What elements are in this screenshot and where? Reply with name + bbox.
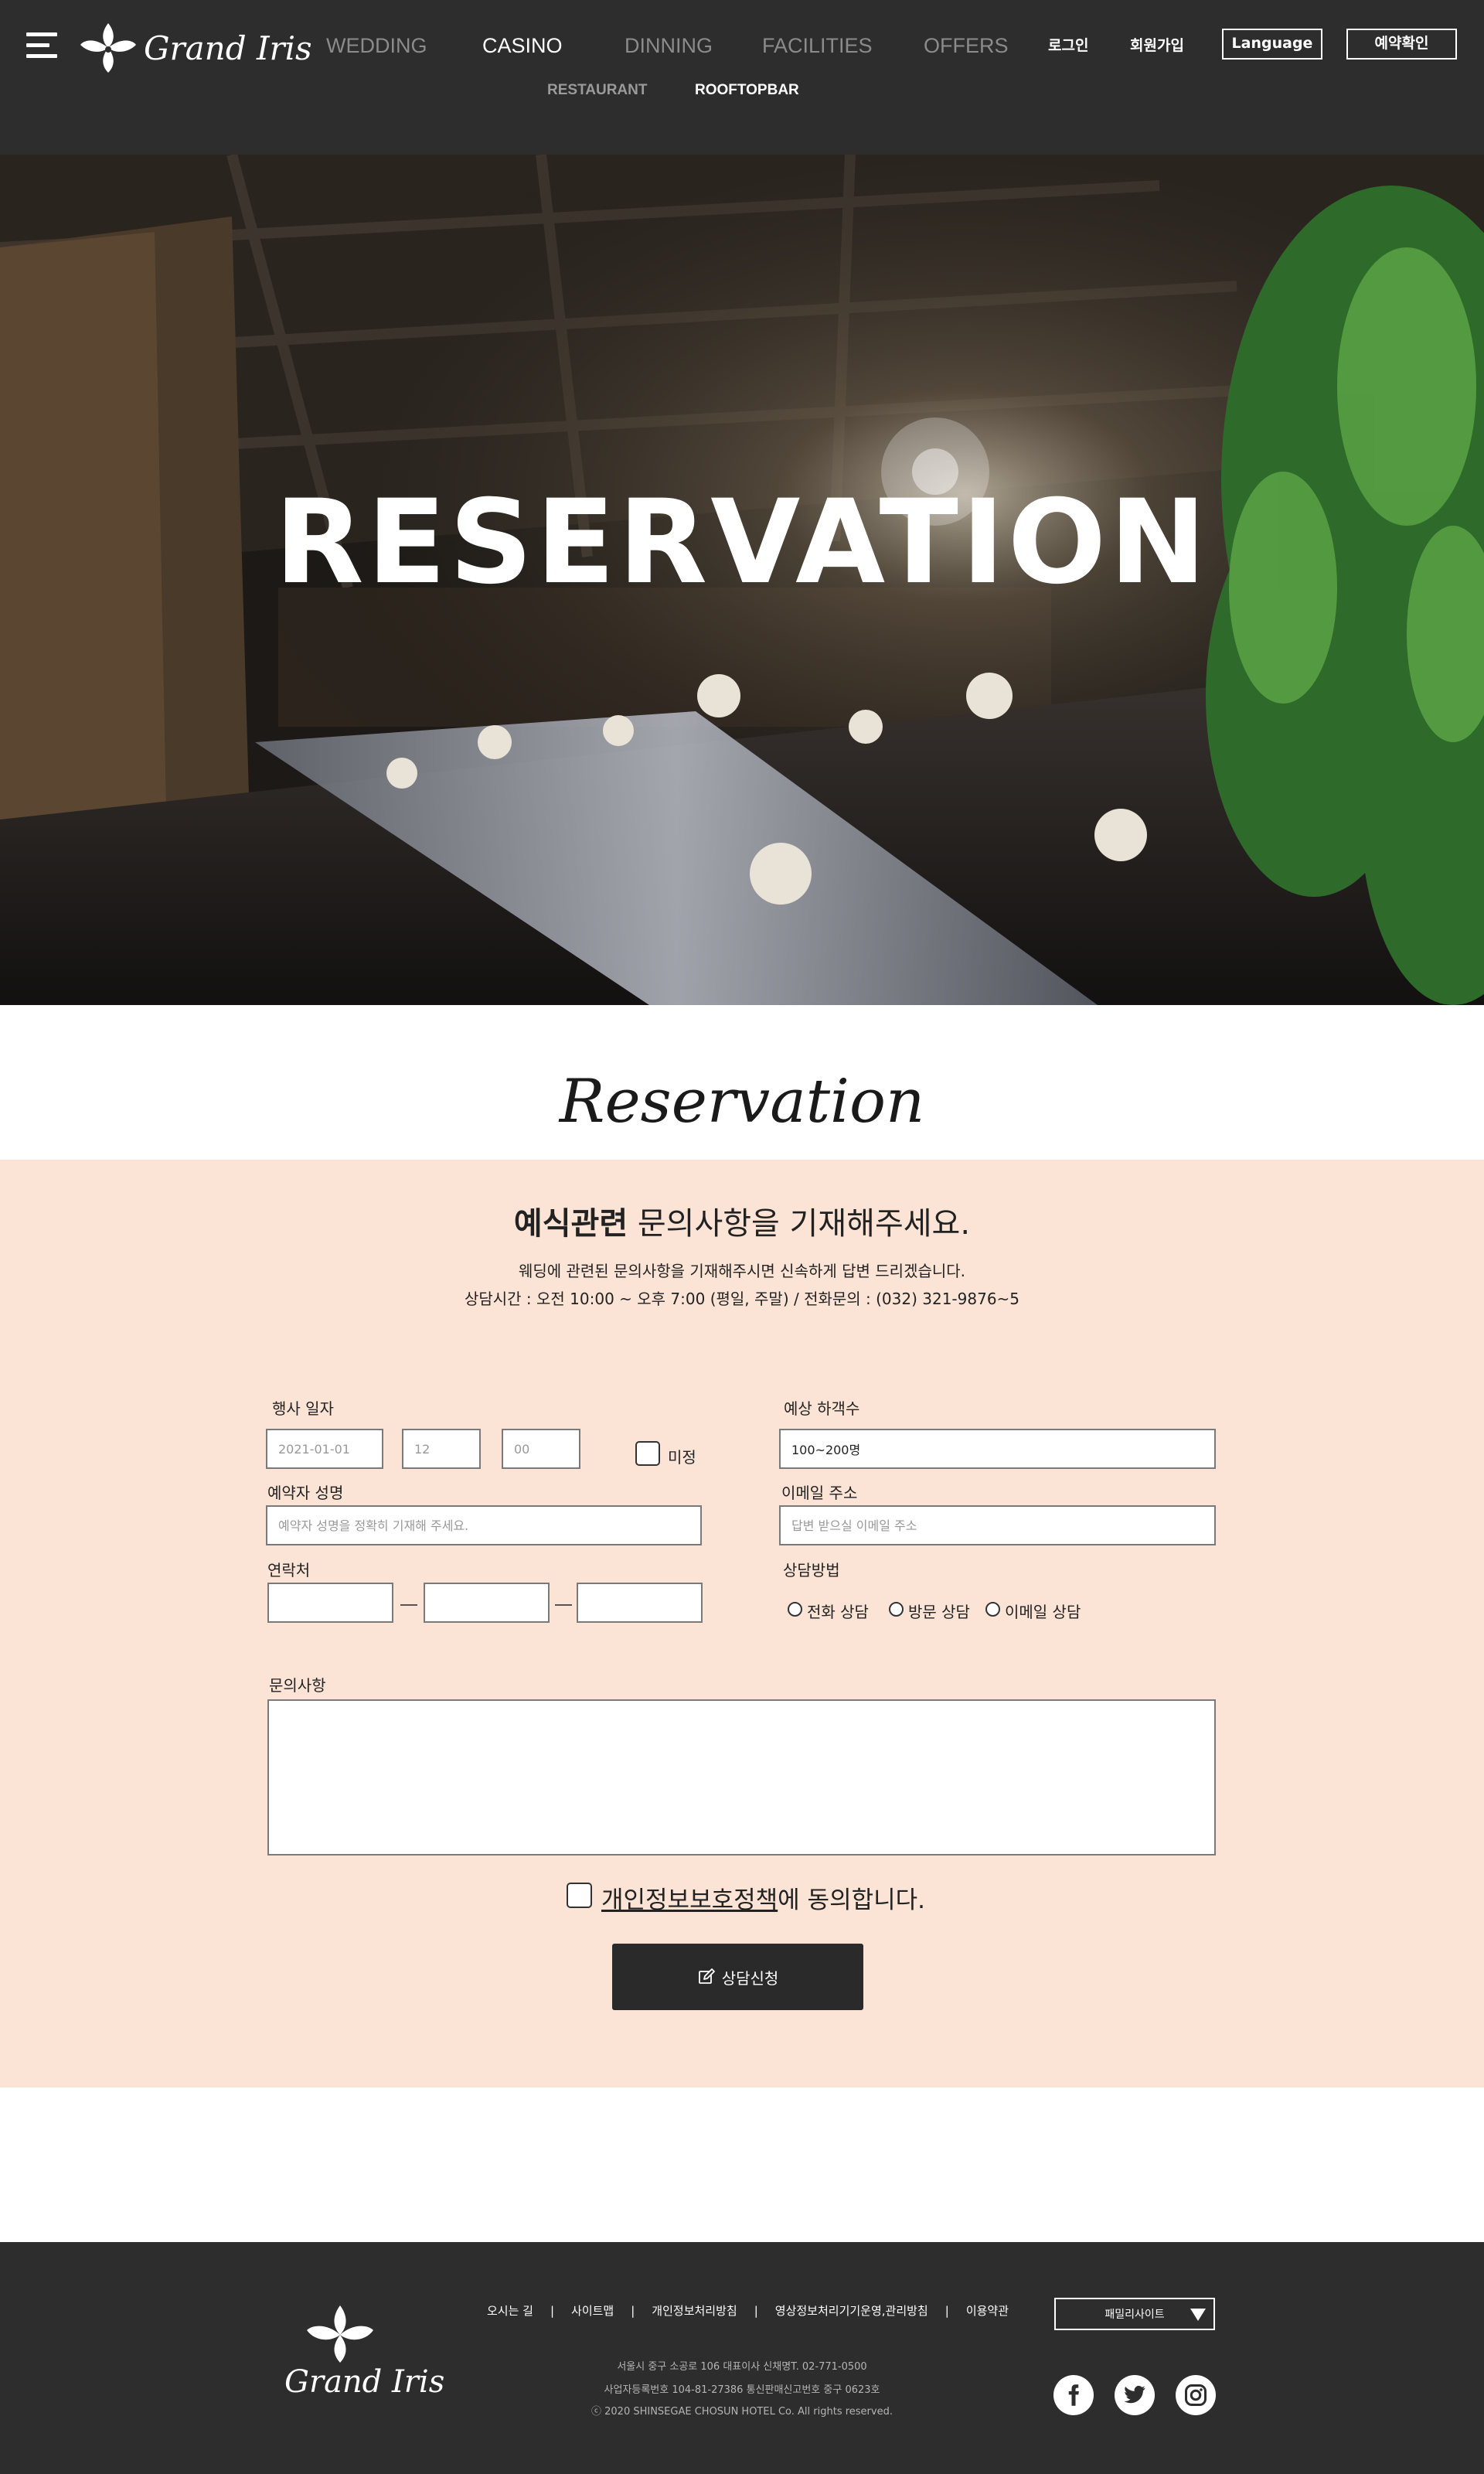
radio-visit-consult[interactable] xyxy=(889,1602,904,1617)
site-header: Grand Iris WEDDING CASINO DINNING FACILI… xyxy=(0,0,1484,155)
email-label: 이메일 주소 xyxy=(781,1484,858,1502)
name-input[interactable] xyxy=(266,1505,702,1545)
method-phone-label: 전화 상담 xyxy=(807,1603,869,1621)
chevron-down-icon xyxy=(1190,2309,1206,2321)
twitter-icon[interactable] xyxy=(1115,2375,1155,2415)
footer-link-privacy[interactable]: 개인정보처리방침 xyxy=(652,2302,737,2319)
phone-part3-input[interactable] xyxy=(577,1583,703,1623)
footer-links: 오시는 길 | 사이트맵 | 개인정보처리방침 | 영상정보처리기기운영,관리방… xyxy=(487,2302,1009,2319)
event-hour-input[interactable] xyxy=(402,1429,481,1469)
instagram-icon[interactable] xyxy=(1176,2375,1216,2415)
phone-label: 연락처 xyxy=(267,1561,311,1579)
facebook-icon[interactable] xyxy=(1053,2375,1094,2415)
headline-bold: 예식관련 xyxy=(513,1206,628,1242)
phone-dash xyxy=(400,1604,417,1606)
method-visit-label: 방문 상담 xyxy=(908,1603,970,1621)
guests-label: 예상 하객수 xyxy=(784,1399,860,1418)
footer-link-terms[interactable]: 이용약관 xyxy=(966,2302,1009,2319)
undecided-checkbox[interactable] xyxy=(635,1441,660,1466)
privacy-policy-link[interactable]: 개인정보보호정책 xyxy=(601,1886,778,1914)
name-label: 예약자 성명 xyxy=(267,1484,344,1502)
inquiry-label: 문의사항 xyxy=(269,1676,326,1695)
method-label: 상담방법 xyxy=(783,1561,840,1579)
menu-icon[interactable] xyxy=(26,32,57,60)
privacy-agree-suffix: 에 동의합니다. xyxy=(778,1886,925,1914)
footer-address: 서울시 중구 소공로 106 대표이사 신채명T. 02-771-0500 xyxy=(617,2361,867,2373)
submit-consult-button[interactable]: 상담신청 xyxy=(612,1944,863,2010)
event-minute-input[interactable] xyxy=(502,1429,580,1469)
footer-separator: | xyxy=(550,2303,555,2318)
inquiry-textarea[interactable] xyxy=(267,1699,1216,1855)
reservation-check-button[interactable]: 예약확인 xyxy=(1346,29,1457,60)
nav-dinning[interactable]: DINNING xyxy=(625,34,713,58)
footer-separator: | xyxy=(945,2303,949,2318)
event-date-label: 행사 일자 xyxy=(272,1399,334,1418)
site-footer: Grand Iris 오시는 길 | 사이트맵 | 개인정보처리방침 | 영상정… xyxy=(0,2242,1484,2474)
nav-facilities[interactable]: FACILITIES xyxy=(762,34,873,58)
family-site-select[interactable]: 패밀리사이트 xyxy=(1054,2298,1215,2330)
privacy-agree-checkbox[interactable] xyxy=(567,1883,592,1908)
hero-banner: RESERVATION xyxy=(0,155,1484,1005)
edit-icon xyxy=(698,1968,715,1984)
brand-logo[interactable]: Grand Iris xyxy=(77,17,312,79)
brand-name: Grand Iris xyxy=(144,29,312,67)
hero-title: RESERVATION xyxy=(274,475,1210,610)
reservation-form-section: 예식관련 문의사항을 기재해주세요. 웨딩에 관련된 문의사항을 기재해주시면 … xyxy=(0,1160,1484,2087)
guests-input[interactable] xyxy=(779,1429,1216,1469)
language-button[interactable]: Language xyxy=(1222,29,1322,60)
footer-link-cctv-policy[interactable]: 영상정보처리기기운영,관리방침 xyxy=(775,2302,928,2319)
nav-wedding[interactable]: WEDDING xyxy=(326,34,427,58)
phone-dash xyxy=(555,1604,572,1606)
email-input[interactable] xyxy=(779,1505,1216,1545)
nav-casino[interactable]: CASINO xyxy=(482,34,563,58)
footer-separator: | xyxy=(754,2303,758,2318)
undecided-label: 미정 xyxy=(668,1448,696,1467)
form-description: 웨딩에 관련된 문의사항을 기재해주시면 신속하게 답변 드리겠습니다. xyxy=(518,1262,966,1280)
radio-phone-consult[interactable] xyxy=(788,1602,802,1617)
footer-link-sitemap[interactable]: 사이트맵 xyxy=(571,2302,614,2319)
subnav-rooftopbar[interactable]: ROOFTOPBAR xyxy=(695,82,799,99)
phone-part2-input[interactable] xyxy=(424,1583,550,1623)
phone-part1-input[interactable] xyxy=(267,1583,393,1623)
footer-copyright: ⓒ 2020 SHINSEGAE CHOSUN HOTEL Co. All ri… xyxy=(591,2406,893,2418)
footer-link-directions[interactable]: 오시는 길 xyxy=(487,2302,533,2319)
footer-business-info: 사업자등록번호 104-81-27386 통신판매신고번호 중구 0623호 xyxy=(604,2384,880,2396)
form-headline: 예식관련 문의사항을 기재해주세요. xyxy=(0,1198,1484,1243)
headline-rest: 문의사항을 기재해주세요. xyxy=(628,1206,971,1242)
footer-separator: | xyxy=(631,2303,635,2318)
submit-label: 상담신청 xyxy=(721,1968,779,1988)
login-link[interactable]: 로그인 xyxy=(1048,34,1088,55)
method-email-label: 이메일 상담 xyxy=(1005,1603,1081,1621)
privacy-agree-text: 개인정보보호정책에 동의합니다. xyxy=(601,1880,925,1915)
signup-link[interactable]: 회원가입 xyxy=(1130,34,1184,55)
radio-email-consult[interactable] xyxy=(985,1602,1000,1617)
family-site-label: 패밀리사이트 xyxy=(1104,2309,1165,2321)
event-date-input[interactable] xyxy=(266,1429,383,1469)
iris-flower-icon xyxy=(80,23,136,73)
consultation-hours: 상담시간 : 오전 10:00 ~ 오후 7:00 (평일, 주말) / 전화문… xyxy=(464,1290,1020,1308)
nav-offers[interactable]: OFFERS xyxy=(924,34,1009,58)
subnav-restaurant[interactable]: RESTAURANT xyxy=(547,82,647,99)
section-script-title: Reservation xyxy=(559,1067,925,1136)
